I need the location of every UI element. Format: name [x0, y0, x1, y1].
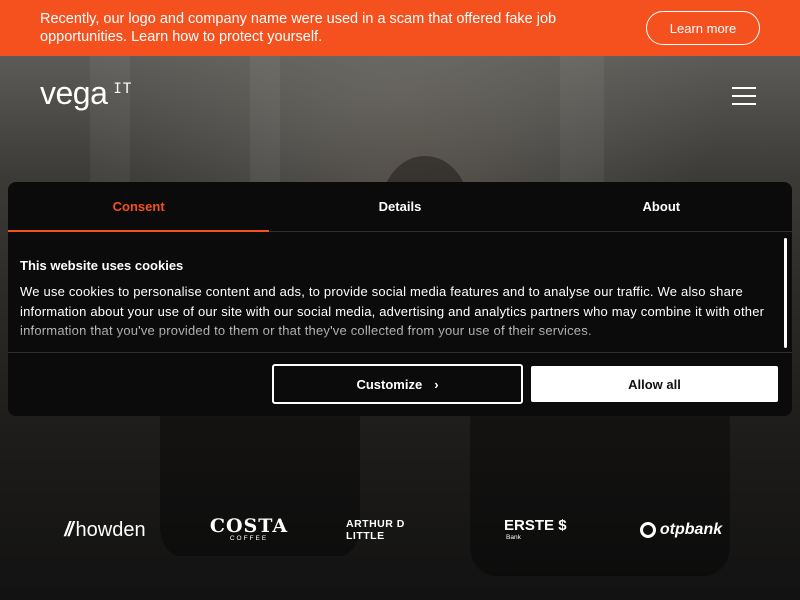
learn-more-button[interactable]: Learn more — [646, 11, 760, 45]
cookie-tabs: Consent Details About — [8, 182, 792, 232]
client-logos: // howden COSTA COFFEE ARTHUR D LITTLE E… — [0, 500, 800, 560]
howden-mark: // — [64, 518, 73, 541]
scam-warning-banner: Recently, our logo and company name were… — [0, 0, 800, 56]
customize-button[interactable]: Customize › — [272, 364, 523, 404]
logo-wordmark: vega — [40, 75, 108, 111]
erste-sub: Bank — [506, 534, 521, 541]
cookie-divider — [8, 352, 792, 353]
logo-suffix: IT — [113, 81, 133, 97]
customize-label: Customize — [356, 376, 423, 392]
text-fade — [20, 318, 772, 352]
howden-logo: // howden — [58, 500, 152, 560]
chevron-right-icon: › — [434, 376, 439, 392]
costa-coffee-logo: COSTA COFFEE — [209, 500, 289, 560]
arthur-d-little-logo: ARTHUR D LITTLE — [346, 500, 440, 560]
costa-name: COSTA — [209, 515, 289, 537]
hamburger-icon[interactable] — [732, 87, 756, 105]
erste-bank-logo: ERSTE $ Bank — [504, 500, 570, 560]
menu-line — [732, 87, 756, 89]
otp-circle-icon — [639, 522, 656, 538]
menu-line — [732, 103, 756, 105]
costa-sub: COFFEE — [229, 535, 269, 542]
banner-text: Recently, our logo and company name were… — [40, 11, 557, 45]
menu-line — [732, 95, 756, 97]
erste-name: ERSTE $ — [504, 517, 567, 534]
otp-bank-logo: otpbank — [636, 500, 726, 560]
cookie-title: This website uses cookies — [20, 258, 184, 273]
otp-name: otpbank — [659, 521, 723, 538]
allow-all-button[interactable]: Allow all — [531, 366, 778, 402]
arthur-name: ARTHUR D LITTLE — [346, 518, 405, 542]
tab-details[interactable]: Details — [269, 182, 530, 231]
cookie-consent-dialog: Consent Details About This website uses … — [8, 182, 792, 416]
vega-it-logo[interactable]: vega IT — [40, 76, 132, 110]
tab-about[interactable]: About — [531, 182, 792, 231]
howden-name: howden — [75, 518, 146, 541]
cookie-scrollbar[interactable] — [784, 238, 787, 348]
tab-consent[interactable]: Consent — [8, 182, 270, 232]
